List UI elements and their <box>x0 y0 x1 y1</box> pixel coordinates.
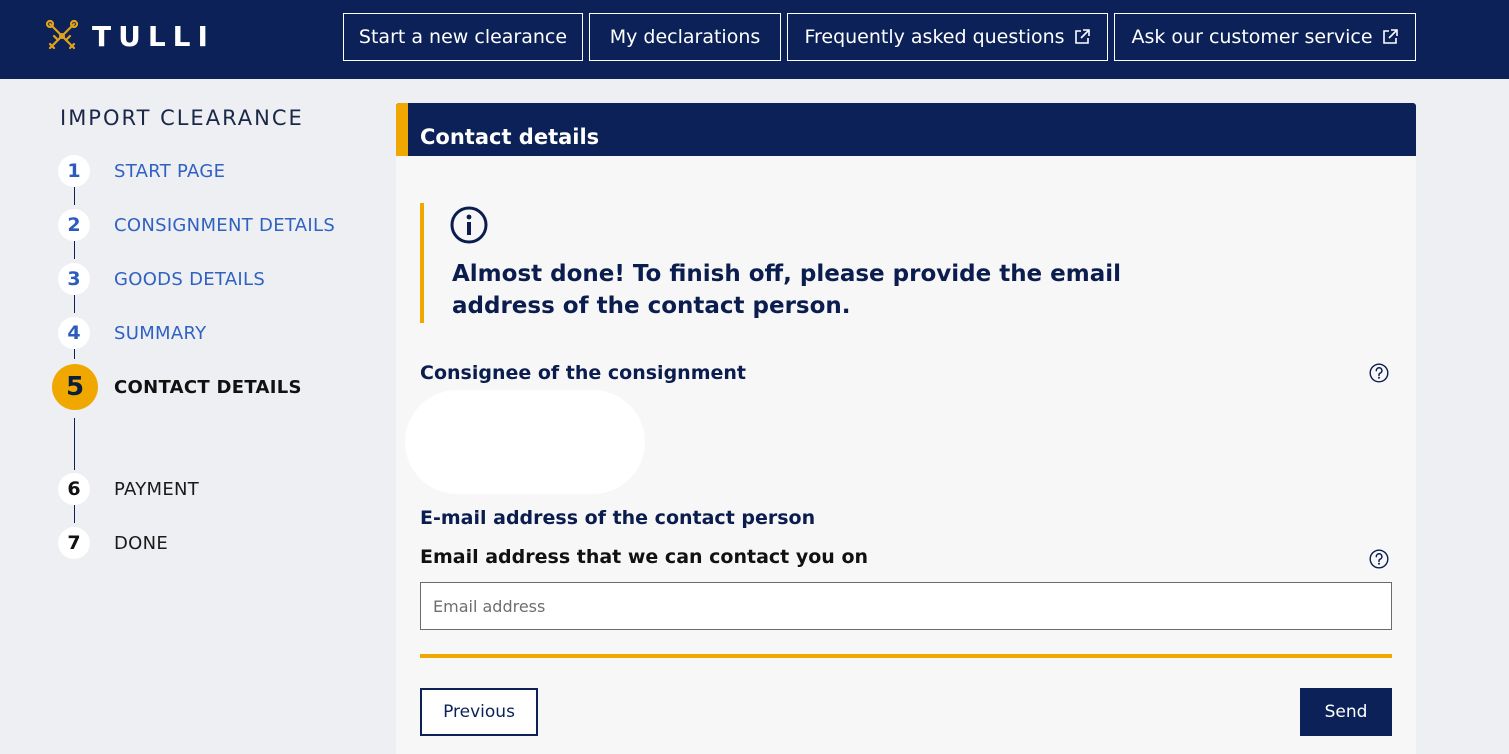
step-connector <box>74 295 75 313</box>
step-label: CONTACT DETAILS <box>114 376 302 398</box>
step-number: 2 <box>58 209 90 241</box>
step-label: PAYMENT <box>114 478 200 500</box>
step-number: 4 <box>58 317 90 349</box>
card-header-accent <box>396 103 408 156</box>
nav-start-new-clearance[interactable]: Start a new clearance <box>343 13 583 61</box>
step-label: START PAGE <box>114 160 226 182</box>
step-connector <box>74 418 75 470</box>
nav-faq[interactable]: Frequently asked questions <box>787 13 1108 61</box>
redacted-consignee-info <box>405 390 645 494</box>
step-payment: 6 PAYMENT <box>58 473 199 505</box>
step-done: 7 DONE <box>58 527 168 559</box>
step-label: DONE <box>114 532 169 554</box>
step-number: 6 <box>58 473 90 505</box>
previous-button[interactable]: Previous <box>420 688 538 736</box>
email-section-label: E-mail address of the contact person <box>420 507 816 529</box>
info-icon <box>450 206 488 244</box>
help-icon[interactable] <box>1369 549 1389 569</box>
email-field-label: Email address that we can contact you on <box>420 546 869 568</box>
nav-label: Ask our customer service <box>1131 26 1373 48</box>
notice-text: Almost done! To finish off, please provi… <box>452 261 1122 319</box>
step-consignment-details[interactable]: 2 CONSIGNMENT DETAILS <box>58 209 335 241</box>
crossed-keys-icon <box>45 19 79 50</box>
info-notice: Almost done! To finish off, please provi… <box>420 203 1200 323</box>
step-connector <box>74 505 75 523</box>
external-link-icon <box>1382 29 1398 44</box>
brand-name: TULLI <box>92 19 215 53</box>
step-number: 5 <box>52 364 98 410</box>
step-label: GOODS DETAILS <box>114 268 266 290</box>
step-start-page[interactable]: 1 START PAGE <box>58 155 225 187</box>
step-connector <box>74 187 75 205</box>
nav-label: My declarations <box>609 26 761 48</box>
nav-customer-service[interactable]: Ask our customer service <box>1114 13 1416 61</box>
step-connector <box>74 241 75 259</box>
section-divider <box>420 654 1392 658</box>
contact-details-card: Contact details Almost done! To finish o… <box>396 103 1416 754</box>
page-title: Contact details <box>420 125 600 149</box>
email-input[interactable] <box>420 582 1392 630</box>
nav-my-declarations[interactable]: My declarations <box>589 13 781 61</box>
step-goods-details[interactable]: 3 GOODS DETAILS <box>58 263 265 295</box>
step-number: 7 <box>58 527 90 559</box>
step-label: SUMMARY <box>114 322 207 344</box>
step-number: 3 <box>58 263 90 295</box>
external-link-icon <box>1074 29 1090 44</box>
help-icon[interactable] <box>1369 363 1389 383</box>
consignee-label: Consignee of the consignment <box>420 362 746 384</box>
nav-label: Start a new clearance <box>358 26 568 48</box>
step-contact-details: 5 CONTACT DETAILS <box>52 364 302 410</box>
step-label: CONSIGNMENT DETAILS <box>114 214 336 236</box>
step-number: 1 <box>58 155 90 187</box>
tulli-logo[interactable]: TULLI <box>44 18 215 54</box>
card-header: Contact details <box>396 103 1416 156</box>
nav-label: Frequently asked questions <box>804 26 1065 48</box>
send-button[interactable]: Send <box>1300 688 1392 736</box>
step-summary[interactable]: 4 SUMMARY <box>58 317 206 349</box>
top-header: TULLI Start a new clearance My declarati… <box>0 0 1509 79</box>
step-connector <box>74 349 75 359</box>
sidebar-title: IMPORT CLEARANCE <box>60 106 304 130</box>
